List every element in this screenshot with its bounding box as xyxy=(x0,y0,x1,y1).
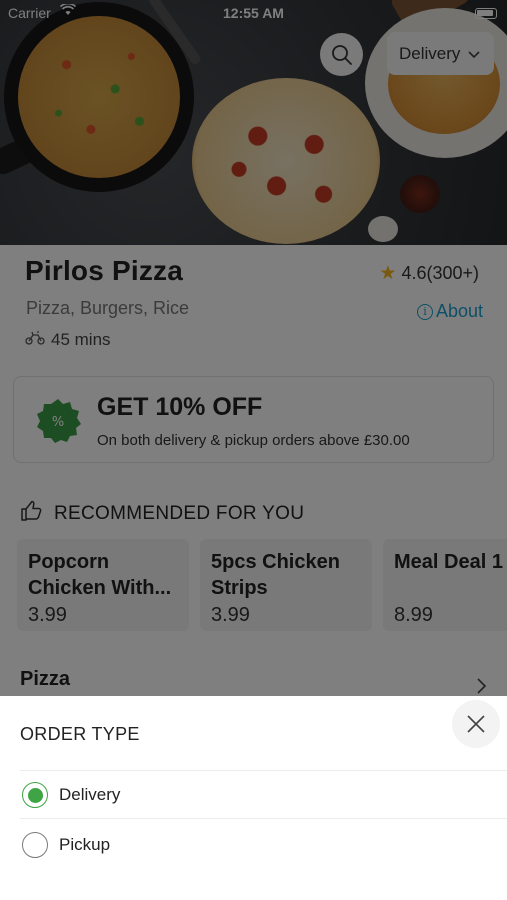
option-label: Delivery xyxy=(59,785,121,804)
close-button[interactable] xyxy=(452,700,500,748)
order-type-sheet: ORDER TYPE Delivery Pickup xyxy=(0,696,507,900)
close-icon xyxy=(467,715,485,733)
divider xyxy=(20,818,507,819)
radio-button-checked[interactable] xyxy=(22,782,48,808)
order-type-option-delivery[interactable]: Delivery xyxy=(20,773,507,817)
sheet-title: ORDER TYPE xyxy=(20,724,140,744)
radio-button-unchecked[interactable] xyxy=(22,832,48,858)
order-type-option-pickup[interactable]: Pickup xyxy=(20,823,507,867)
divider xyxy=(20,770,507,771)
option-label: Pickup xyxy=(59,835,111,854)
modal-backdrop[interactable] xyxy=(0,0,507,696)
